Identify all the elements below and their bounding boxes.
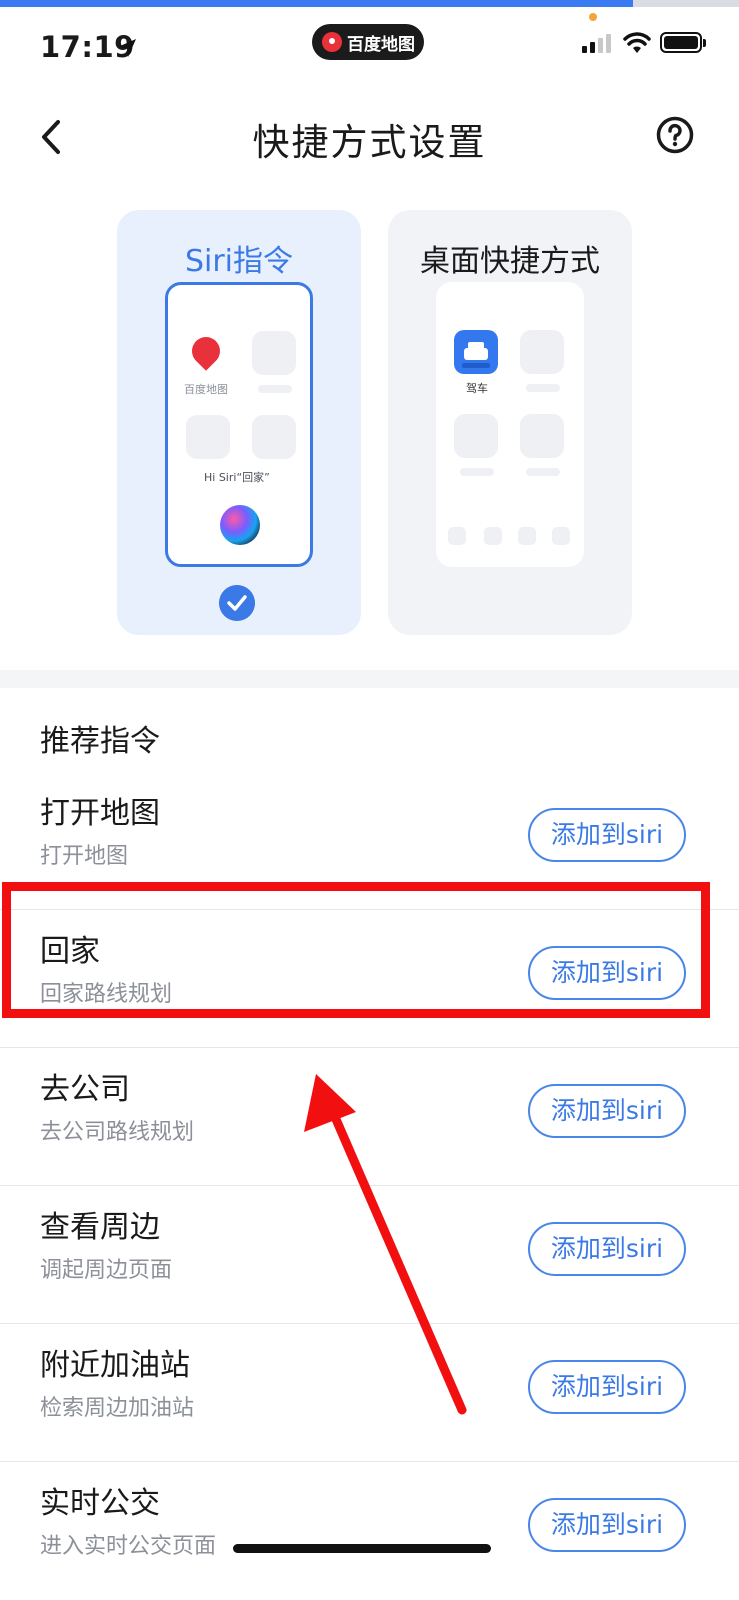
dock-icon bbox=[484, 527, 502, 545]
cellular-signal-icon bbox=[582, 34, 611, 53]
section-divider bbox=[0, 670, 739, 688]
command-subtitle: 调起周边页面 bbox=[40, 1258, 173, 1283]
placeholder-app-label bbox=[460, 468, 494, 476]
selected-check-icon bbox=[219, 585, 255, 621]
app-return-pill[interactable]: 百度地图 bbox=[312, 24, 424, 60]
add-to-siri-button[interactable]: 添加到siri bbox=[528, 808, 686, 862]
desktop-shortcut-card[interactable]: 桌面快捷方式 驾车 bbox=[388, 210, 632, 635]
battery-icon bbox=[660, 32, 706, 53]
command-row: 去公司 去公司路线规划 添加到siri bbox=[0, 1048, 739, 1186]
page-title: 快捷方式设置 bbox=[252, 121, 487, 164]
command-title: 打开地图 bbox=[40, 796, 160, 831]
placeholder-app-label bbox=[258, 385, 292, 393]
wifi-icon bbox=[623, 32, 651, 53]
placeholder-app-icon bbox=[454, 414, 498, 458]
home-indicator[interactable] bbox=[233, 1544, 491, 1553]
command-title: 去公司 bbox=[40, 1072, 130, 1107]
page-load-progress bbox=[0, 0, 739, 7]
placeholder-app-icon bbox=[186, 415, 230, 459]
desktop-app-label: 驾车 bbox=[466, 382, 488, 395]
siri-orb-icon bbox=[220, 505, 260, 545]
placeholder-app-icon bbox=[520, 414, 564, 458]
siri-card-title: Siri指令 bbox=[184, 244, 294, 279]
add-to-siri-button[interactable]: 添加到siri bbox=[528, 1360, 686, 1414]
location-arrow-icon bbox=[118, 39, 136, 57]
command-subtitle: 进入实时公交页面 bbox=[40, 1534, 217, 1559]
dock-icon bbox=[552, 527, 570, 545]
add-to-siri-button[interactable]: 添加到siri bbox=[528, 1498, 686, 1552]
command-row: 附近加油站 检索周边加油站 添加到siri bbox=[0, 1324, 739, 1462]
command-title: 实时公交 bbox=[40, 1486, 160, 1521]
question-circle-icon[interactable] bbox=[656, 116, 694, 154]
recommended-section-title: 推荐指令 bbox=[40, 724, 160, 759]
annotation-highlight-box bbox=[2, 882, 710, 1018]
placeholder-app-label bbox=[526, 384, 560, 392]
dock-icon bbox=[448, 527, 466, 545]
siri-app-label: 百度地图 bbox=[184, 383, 228, 396]
placeholder-app-icon bbox=[520, 330, 564, 374]
command-subtitle: 检索周边加油站 bbox=[40, 1396, 195, 1421]
driving-car-icon bbox=[454, 330, 498, 374]
page-load-progress-fill bbox=[0, 0, 633, 7]
placeholder-app-label bbox=[526, 468, 560, 476]
add-to-siri-button[interactable]: 添加到siri bbox=[528, 1222, 686, 1276]
placeholder-app-icon bbox=[252, 415, 296, 459]
status-bar: 17:19 百度地图 bbox=[0, 10, 739, 82]
command-title: 附近加油站 bbox=[40, 1348, 190, 1383]
command-subtitle: 去公司路线规划 bbox=[40, 1120, 195, 1145]
siri-shortcut-card[interactable]: Siri指令 百度地图 Hi Siri“回家” bbox=[117, 210, 361, 635]
command-row: 查看周边 调起周边页面 添加到siri bbox=[0, 1186, 739, 1324]
add-to-siri-button[interactable]: 添加到siri bbox=[528, 1084, 686, 1138]
command-title: 查看周边 bbox=[40, 1210, 160, 1245]
desktop-card-title: 桌面快捷方式 bbox=[420, 244, 600, 279]
baidu-map-pin-icon bbox=[322, 32, 342, 52]
siri-phone-preview: 百度地图 Hi Siri“回家” bbox=[165, 282, 313, 567]
placeholder-app-icon bbox=[252, 331, 296, 375]
dock-icon bbox=[518, 527, 536, 545]
privacy-indicator-dot bbox=[589, 13, 597, 21]
siri-voice-hint: Hi Siri“回家” bbox=[204, 471, 270, 484]
command-subtitle: 打开地图 bbox=[40, 844, 129, 869]
baidu-map-app-icon bbox=[186, 331, 226, 371]
command-row: 实时公交 进入实时公交页面 添加到siri bbox=[0, 1462, 739, 1600]
desktop-phone-preview: 驾车 bbox=[436, 282, 584, 567]
app-pill-label: 百度地图 bbox=[347, 34, 415, 55]
